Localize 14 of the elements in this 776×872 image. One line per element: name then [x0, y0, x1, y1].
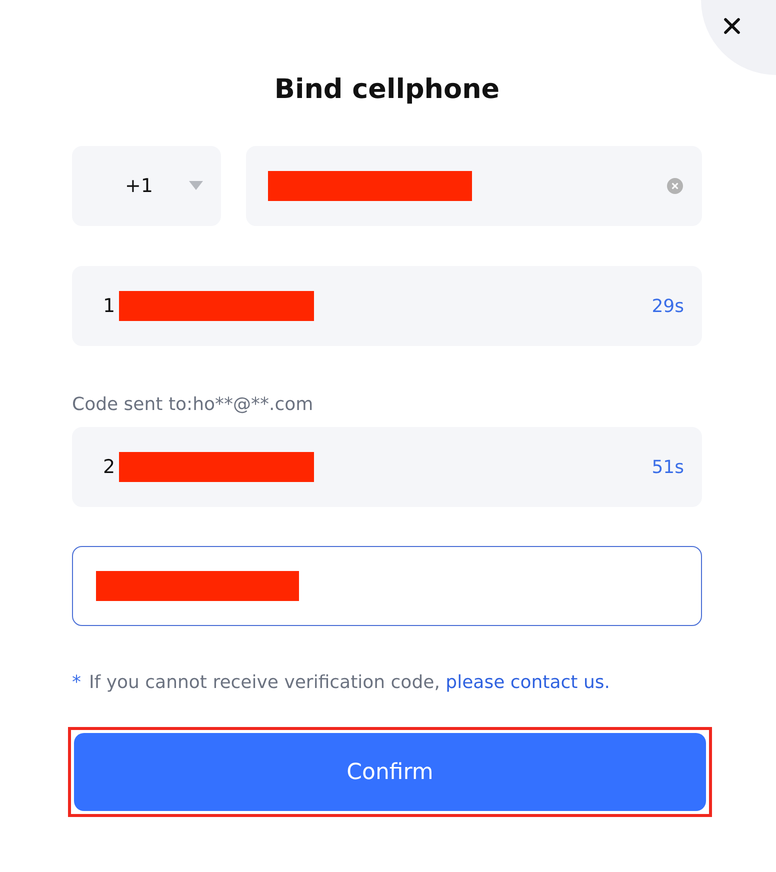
code-field[interactable] — [72, 546, 702, 626]
resend-timer[interactable]: 29s — [652, 296, 684, 316]
contact-link[interactable]: please contact us. — [446, 672, 610, 693]
resend-timer[interactable]: 51s — [652, 456, 684, 478]
code-field[interactable]: 2 51s — [72, 427, 702, 507]
dialog-title: Bind cellphone — [273, 73, 501, 107]
confirm-button[interactable]: Confirm — [74, 733, 706, 811]
help-text: * If you cannot receive verification code, please contact us. — [72, 672, 611, 693]
code-sent-note: Code sent to:ho**@**.com — [72, 394, 314, 415]
phone-field[interactable] — [246, 146, 702, 226]
code-field[interactable]: 1 29s — [72, 266, 702, 346]
country-code-select[interactable]: +1 — [72, 146, 221, 226]
caret-icon — [189, 181, 203, 191]
clear-icon[interactable] — [666, 177, 684, 195]
